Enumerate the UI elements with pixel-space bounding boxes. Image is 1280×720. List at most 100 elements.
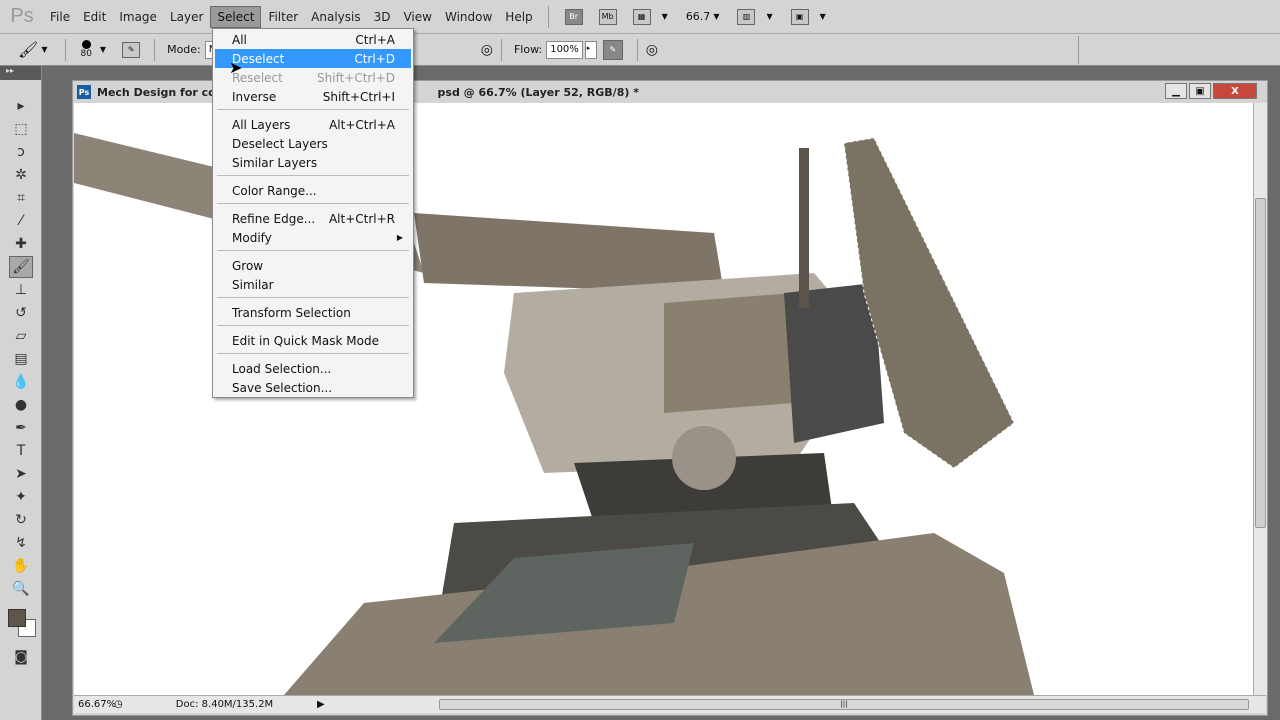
divider — [65, 38, 67, 61]
menu-image[interactable]: Image — [113, 7, 163, 27]
brush-tool-icon[interactable]: 🖌 — [9, 256, 33, 278]
brush-panel-icon[interactable]: ✎ — [122, 41, 141, 58]
menu-filter[interactable]: Filter — [262, 7, 304, 27]
chevron-down-icon[interactable]: ▼ — [713, 12, 719, 21]
menu-select[interactable]: Select — [210, 5, 262, 28]
menu-help[interactable]: Help — [499, 7, 538, 27]
menu-3d[interactable]: 3D — [368, 7, 397, 27]
menu-layer[interactable]: Layer — [164, 7, 209, 27]
menu-item-all[interactable]: All Ctrl+A — [215, 30, 411, 49]
restore-button[interactable]: ▣ — [1189, 83, 1211, 99]
vertical-scrollbar[interactable] — [1253, 103, 1267, 695]
dodge-tool-icon[interactable]: ● — [9, 394, 33, 416]
menu-item-label: Color Range... — [232, 183, 317, 198]
menu-item-label: Deselect Layers — [232, 136, 328, 151]
brush-preset[interactable]: 80 — [80, 40, 92, 59]
menu-separator — [217, 353, 409, 354]
chevron-down-icon[interactable]: ▼ — [662, 12, 668, 21]
eyedropper-tool-icon[interactable]: ⁄ — [9, 210, 33, 232]
blur-tool-icon[interactable]: 💧 — [9, 371, 33, 393]
pen-tool-icon[interactable]: ✒ — [9, 417, 33, 439]
vertical-scroll-thumb[interactable] — [1255, 198, 1266, 528]
menu-window[interactable]: Window — [439, 7, 498, 27]
menu-view[interactable]: View — [397, 7, 437, 27]
tablet-pressure-icon[interactable]: ◎ — [646, 42, 658, 58]
path-selection-tool-icon[interactable]: ➤ — [9, 463, 33, 485]
ps-document-icon: Ps — [77, 85, 91, 99]
zoom-level[interactable]: 66.7 — [686, 10, 711, 23]
status-bar: 66.67% ◷ Doc: 8.40M/135.2M ▶ ||| — [74, 695, 1266, 713]
mini-bridge-button[interactable]: Mb — [598, 8, 617, 25]
airbrush-icon[interactable]: ◎ — [481, 42, 493, 58]
menu-item-refine-edge[interactable]: Refine Edge... Alt+Ctrl+R — [215, 209, 411, 228]
menu-item-label: Inverse — [232, 89, 277, 104]
screen-mode-icon[interactable]: ▣ — [790, 8, 809, 25]
submenu-arrow-icon: ▶ — [396, 233, 403, 242]
menu-item-grow[interactable]: Grow — [215, 256, 411, 275]
divider — [636, 38, 638, 61]
menu-analysis[interactable]: Analysis — [305, 7, 366, 27]
divider — [500, 38, 502, 61]
arrange-documents-icon[interactable]: ▥ — [737, 8, 756, 25]
menu-item-label: Refine Edge... — [232, 211, 316, 226]
menu-item-similar-layers[interactable]: Similar Layers — [215, 153, 411, 172]
menu-bar: Ps File Edit Image Layer Select Filter A… — [0, 0, 1280, 34]
lasso-tool-icon[interactable]: ↄ — [9, 141, 33, 163]
brush-tool-icon[interactable]: 🖌 — [18, 40, 38, 59]
status-icon[interactable]: ◷ — [114, 699, 132, 710]
menu-item-edit-in-quick-mask-mode[interactable]: Edit in Quick Mask Mode — [215, 331, 411, 350]
menu-separator — [217, 250, 409, 251]
chevron-down-icon[interactable]: ▼ — [41, 45, 47, 54]
zoom-percent[interactable]: 66.67% — [74, 699, 116, 710]
menu-item-transform-selection[interactable]: Transform Selection — [215, 303, 411, 322]
options-bar: 🖌▼ 80 ▼ ✎ Mode: Normal ◎ Flow: 100% ▸ ✎ … — [0, 34, 1280, 66]
menu-item-deselect[interactable]: Deselect Ctrl+D — [215, 49, 411, 68]
zoom-tool-icon[interactable]: 🔍 — [9, 578, 33, 600]
flow-slider-button[interactable]: ▸ — [584, 40, 597, 59]
bridge-button[interactable]: Br — [564, 8, 583, 25]
chevron-down-icon[interactable]: ▼ — [766, 12, 772, 21]
menu-item-shortcut: Alt+Ctrl+R — [328, 211, 395, 226]
close-button[interactable]: X — [1213, 83, 1257, 99]
menu-item-all-layers[interactable]: All Layers Alt+Ctrl+A — [215, 115, 411, 134]
quick-selection-tool-icon[interactable]: ✲ — [9, 164, 33, 186]
menu-file[interactable]: File — [44, 7, 76, 27]
crop-tool-icon[interactable]: ⌗ — [9, 187, 33, 209]
flow-input[interactable]: 100% — [546, 40, 583, 59]
foreground-color-swatch[interactable] — [8, 609, 26, 627]
menu-item-modify[interactable]: Modify ▶ — [215, 228, 411, 247]
hand-tool-icon[interactable]: ✋ — [9, 555, 33, 577]
menu-item-label: Similar — [232, 277, 274, 292]
type-tool-icon[interactable]: T — [9, 440, 33, 462]
menu-item-label: Load Selection... — [232, 361, 332, 376]
panel-collapse-icon[interactable]: ▸▸ — [0, 66, 41, 80]
marquee-tool-icon[interactable]: ⬚ — [9, 118, 33, 140]
menu-item-load-selection[interactable]: Load Selection... — [215, 359, 411, 378]
menu-item-deselect-layers[interactable]: Deselect Layers — [215, 134, 411, 153]
shape-tool-icon[interactable]: ✦ — [9, 486, 33, 508]
extras-icon[interactable]: ▦ — [632, 8, 651, 25]
history-brush-tool-icon[interactable]: ↺ — [9, 302, 33, 324]
horizontal-scroll-thumb[interactable]: ||| — [439, 699, 1249, 710]
menu-item-color-range[interactable]: Color Range... — [215, 181, 411, 200]
menu-item-similar[interactable]: Similar — [215, 275, 411, 294]
chevron-down-icon[interactable]: ▼ — [820, 12, 826, 21]
menu-item-shortcut: Shift+Ctrl+I — [322, 89, 395, 104]
quick-mask-icon[interactable]: ◙ — [9, 646, 33, 668]
menu-edit[interactable]: Edit — [77, 7, 112, 27]
menu-item-reselect[interactable]: Reselect Shift+Ctrl+D — [215, 68, 411, 87]
airbrush-toggle-icon[interactable]: ✎ — [602, 39, 623, 60]
chevron-down-icon[interactable]: ▼ — [100, 45, 106, 54]
menu-item-save-selection[interactable]: Save Selection... — [215, 378, 411, 397]
menu-item-inverse[interactable]: Inverse Shift+Ctrl+I — [215, 87, 411, 106]
move-tool-icon[interactable]: ▸ — [9, 95, 33, 117]
minimize-button[interactable]: ▁ — [1165, 83, 1187, 99]
status-menu-arrow-icon[interactable]: ▶ — [317, 699, 325, 710]
eraser-tool-icon[interactable]: ▱ — [9, 325, 33, 347]
menu-separator — [217, 297, 409, 298]
gradient-tool-icon[interactable]: ▤ — [9, 348, 33, 370]
3d-orbit-tool-icon[interactable]: ↯ — [9, 532, 33, 554]
3d-rotate-tool-icon[interactable]: ↻ — [9, 509, 33, 531]
clone-stamp-tool-icon[interactable]: ⊥ — [9, 279, 33, 301]
healing-brush-tool-icon[interactable]: ✚ — [9, 233, 33, 255]
